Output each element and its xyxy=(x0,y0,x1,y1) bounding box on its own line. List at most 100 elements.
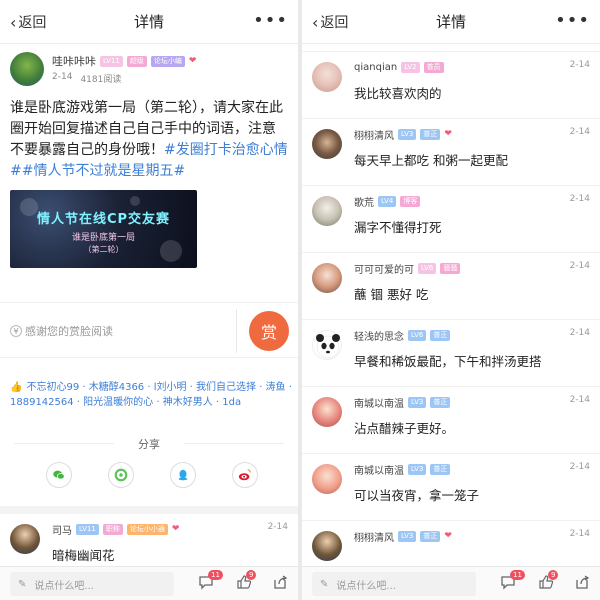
pencil-icon: ✎ xyxy=(18,578,27,590)
level-badge: LV3 xyxy=(398,128,417,140)
comment-text: 每天早上都吃 和粥一起更配 xyxy=(354,153,508,168)
more-icon[interactable]: ••• xyxy=(253,10,288,31)
qq-icon[interactable] xyxy=(170,462,196,488)
commenter-name[interactable]: 轻浅的思念 xyxy=(354,328,404,343)
role-badge: 普正 xyxy=(430,463,451,475)
level-badge: LV6 xyxy=(408,329,427,341)
heart-icon: ❤ xyxy=(188,56,197,66)
comment-text: 沾点醋辣子更好。 xyxy=(354,421,455,436)
comment-count: 11 xyxy=(208,570,223,580)
thumbs-up-icon: 👍 xyxy=(10,382,23,393)
commenter-name[interactable]: 歌荒 xyxy=(354,194,374,209)
reward-text-row: ¥ 感谢您的赏脸阅读 xyxy=(10,323,113,339)
post-body: 谁是卧底游戏第一局（第二轮），请大家在此圈开始回复描述自己自己手中的词语，注意不… xyxy=(0,94,298,182)
level-badge: LV11 xyxy=(76,523,99,535)
post-author: 哇咔咔咔 LV11 超级 论坛小编 ❤ 2-14 4181阅读 xyxy=(0,44,298,94)
author-name[interactable]: 哇咔咔咔 xyxy=(52,53,96,69)
chevron-left-icon: ‹ xyxy=(10,12,17,32)
like-count: 9 xyxy=(548,570,559,580)
banner-round: （第二轮） xyxy=(83,245,124,254)
level-badge: LV6 xyxy=(418,262,437,274)
level-badge: LV11 xyxy=(100,55,123,67)
likes-list: 👍 不忘初心99 · 木糖醇4366 · l刘小明 · 我们自己选择 · 涛鱼 ·… xyxy=(10,380,294,410)
comment-icon[interactable]: 11 xyxy=(500,570,525,594)
comment-placeholder: 说点什么吧... xyxy=(336,580,396,592)
commenter-name[interactable]: qianqian xyxy=(354,62,397,73)
level-badge: LV3 xyxy=(408,396,427,408)
comment-icon[interactable]: 11 xyxy=(198,570,223,594)
commenter-name[interactable]: 南城以南温 xyxy=(354,395,404,410)
reward-section: ¥ 感谢您的赏脸阅读 赏 xyxy=(0,302,298,358)
avatar[interactable] xyxy=(312,196,342,226)
comment-date: 2-14 xyxy=(569,261,590,271)
pencil-icon: ✎ xyxy=(320,578,329,590)
level-badge: LV3 xyxy=(408,463,427,475)
back-button[interactable]: ‹ 返回 xyxy=(10,12,46,32)
likers-names[interactable]: 不忘初心99 · 木糖醇4366 · l刘小明 · 我们自己选择 · 涛鱼 · … xyxy=(10,382,292,408)
comment-input[interactable]: ✎ 说点什么吧... xyxy=(312,572,476,596)
comment-input[interactable]: ✎ 说点什么吧... xyxy=(10,572,174,596)
hashtag-link[interactable]: #情人节不过就是星期五# xyxy=(22,163,185,179)
comment-date: 2-14 xyxy=(569,127,590,137)
like-icon[interactable]: 9 xyxy=(538,570,560,594)
role-badge: 骚骚 xyxy=(440,262,461,274)
comment-item: 南城以南温 LV3 普正 2-14 沾点醋辣子更好。 xyxy=(302,387,600,454)
post-image[interactable]: 情人节在线CP交友赛 谁是卧底第一局 （第二轮） xyxy=(10,190,197,268)
banner-subtitle: 谁是卧底第一局 xyxy=(71,233,135,243)
bokeh-light xyxy=(130,196,140,206)
avatar[interactable] xyxy=(312,330,342,360)
divider xyxy=(236,309,237,353)
commenter-name[interactable]: 栩栩清风 xyxy=(354,127,394,142)
share-buttons xyxy=(46,462,258,488)
avatar[interactable] xyxy=(312,397,342,427)
role-badge: 博客 xyxy=(400,195,421,207)
read-count: 4181阅读 xyxy=(80,75,122,85)
divider xyxy=(184,443,284,444)
level-badge: LV3 xyxy=(398,530,417,542)
more-icon[interactable]: ••• xyxy=(555,10,590,31)
comment-item: qianqian LV2 普员 2-14 我比较喜欢肉的 xyxy=(302,52,600,119)
share-icon[interactable] xyxy=(272,574,294,594)
comment-placeholder: 说点什么吧... xyxy=(34,580,94,592)
reward-label: 感谢您的赏脸阅读 xyxy=(25,325,113,338)
comment-item: 可可可爱的可 LV6 骚骚 2-14 蘸 锢 悪好 吃 xyxy=(302,253,600,320)
comment-text: 可以当夜宵，拿一笼子 xyxy=(354,488,480,503)
back-button[interactable]: ‹ 返回 xyxy=(312,12,348,32)
comment-item: 歌荒 LV4 博客 2-14 漏字不懂得打死 xyxy=(302,186,600,253)
avatar[interactable] xyxy=(312,129,342,159)
post-date: 2-14 xyxy=(52,72,73,82)
weibo-icon[interactable] xyxy=(232,462,258,488)
avatar[interactable] xyxy=(10,52,44,86)
comment-text: 蘸 锢 悪好 吃 xyxy=(354,287,429,302)
share-label: 分享 xyxy=(138,438,160,451)
role-badge: 超级 xyxy=(126,55,147,67)
role-badge: 职称 xyxy=(102,523,123,535)
page-title: 详情 xyxy=(435,13,466,31)
comment-text: 暗梅幽闻花 xyxy=(52,548,115,563)
avatar[interactable] xyxy=(312,263,342,293)
comment-item: 栩栩清风 LV3 普正 ❤ 2-14 每天早上都吃 和粥一起更配 xyxy=(302,119,600,186)
share-icon[interactable] xyxy=(574,574,596,594)
commenter-name[interactable]: 栩栩清风 xyxy=(354,529,394,544)
avatar[interactable] xyxy=(312,62,342,92)
avatar[interactable] xyxy=(312,531,342,561)
right-detail-pane: ‹ 返回 详情 ••• qianqian LV2 普员 2-14 我比较喜欢肉的… xyxy=(302,0,600,600)
left-detail-pane: ‹ 返回 详情 ••• 哇咔咔咔 LV11 超级 论坛小编 ❤ 2-14 418… xyxy=(0,0,298,600)
commenter-name[interactable]: 南城以南温 xyxy=(354,462,404,477)
commenter-name[interactable]: 可可可爱的可 xyxy=(354,261,414,276)
title-badge: 论坛小小通 xyxy=(126,523,168,535)
comment-date: 2-14 xyxy=(569,194,590,204)
like-icon[interactable]: 9 xyxy=(236,570,258,594)
reward-button[interactable]: 赏 xyxy=(249,311,289,351)
wechat-icon[interactable] xyxy=(46,462,72,488)
comment-item: 司马 LV11 职称 论坛小小通 ❤ 2-14 暗梅幽闻花 xyxy=(0,514,298,564)
level-badge: LV4 xyxy=(378,195,397,207)
back-label: 返回 xyxy=(320,15,349,31)
heart-icon: ❤ xyxy=(444,129,452,139)
commenter-name[interactable]: 司马 xyxy=(52,522,72,537)
avatar[interactable] xyxy=(10,524,40,554)
comment-text: 早餐和稀饭最配，下午和拌汤更搭 xyxy=(354,354,542,369)
avatar[interactable] xyxy=(312,464,342,494)
moments-icon[interactable] xyxy=(108,462,134,488)
panda-icon xyxy=(316,334,340,359)
